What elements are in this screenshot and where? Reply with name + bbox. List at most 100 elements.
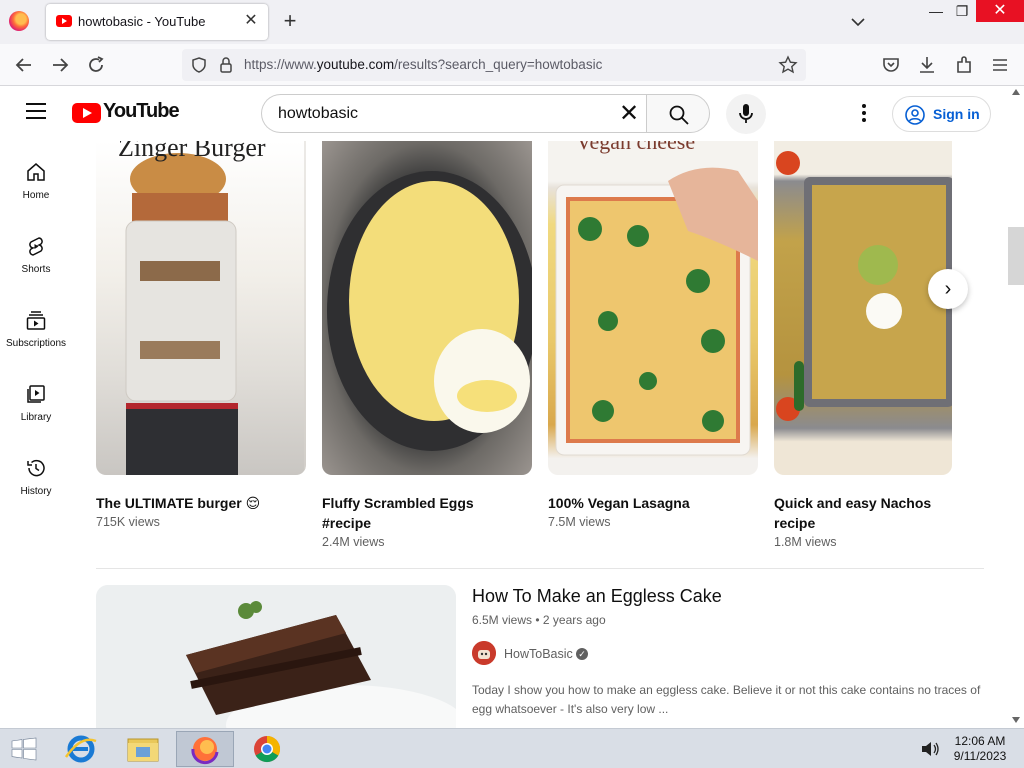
address-bar[interactable]: https://www.youtube.com/results?search_q… [182, 49, 806, 81]
youtube-masthead: YouTube howtobasic ✕ Sign in [0, 87, 1010, 141]
clock-date: 9/11/2023 [953, 749, 1007, 763]
url-text: https://www.youtube.com/results?search_q… [244, 57, 603, 72]
channel-avatar[interactable] [472, 641, 496, 665]
guide-menu-icon[interactable] [26, 103, 46, 119]
pocket-icon[interactable] [880, 54, 902, 76]
tab-close-icon[interactable]: ✕ [242, 12, 260, 30]
verified-badge-icon: ✓ [576, 648, 588, 660]
guide-item-label: History [20, 486, 52, 497]
subscriptions-icon [26, 311, 46, 330]
lock-icon[interactable] [218, 56, 234, 74]
short-title[interactable]: Quick and easy Nachos recipe [774, 493, 974, 533]
search-query-text: howtobasic [278, 105, 359, 122]
shelf-next-button[interactable]: › [928, 269, 968, 309]
internet-explorer-taskbar-icon[interactable] [52, 731, 110, 767]
guide-item-library[interactable]: Library [0, 363, 72, 433]
short-thumbnail[interactable] [774, 141, 952, 475]
youtube-page: YouTube howtobasic ✕ Sign in Home Shorts… [0, 87, 1024, 728]
close-window-button[interactable]: ✕ [976, 0, 1024, 22]
minimize-button[interactable]: — [922, 0, 950, 22]
short-title[interactable]: 100% Vegan Lasagna [548, 493, 748, 513]
windows-start-icon[interactable] [10, 737, 38, 761]
page-scrollbar[interactable] [1008, 87, 1024, 728]
browser-nav-bar: https://www.youtube.com/results?search_q… [0, 44, 1024, 86]
short-thumbnail[interactable]: Vegan cheese [548, 141, 758, 475]
chrome-taskbar-icon[interactable] [238, 731, 296, 767]
settings-more-icon[interactable] [854, 102, 874, 126]
guide-item-shorts[interactable]: Shorts [0, 215, 72, 285]
thumbnail-caption: Zinger Burger [118, 141, 266, 162]
youtube-logo-text[interactable]: YouTube [103, 100, 180, 123]
sign-in-label: Sign in [933, 106, 980, 122]
search-icon [669, 105, 689, 125]
new-tab-button[interactable]: + [279, 10, 301, 32]
short-views: 2.4M views [322, 535, 385, 549]
restore-button[interactable]: ❐ [948, 0, 976, 22]
firefox-taskbar-icon[interactable] [176, 731, 234, 767]
short-card[interactable]: Fluffy Scrambled Eggs #recipe 2.4M views [322, 141, 532, 549]
system-clock[interactable]: 12:06 AM 9/11/2023 [948, 734, 1012, 764]
guide-item-home[interactable]: Home [0, 141, 72, 211]
short-views: 7.5M views [548, 515, 611, 529]
section-divider [96, 568, 984, 569]
search-input[interactable]: howtobasic ✕ [261, 94, 647, 133]
forward-icon[interactable] [49, 54, 71, 76]
guide-item-history[interactable]: History [0, 437, 72, 507]
guide-item-label: Home [22, 190, 50, 201]
short-title[interactable]: Fluffy Scrambled Eggs #recipe [322, 493, 522, 533]
tab-title: howtobasic - YouTube [78, 14, 206, 29]
history-icon [27, 459, 45, 477]
search-button[interactable] [646, 94, 710, 133]
short-card[interactable]: Zinger Burger The ULTIMATE burger 😌 715K… [96, 141, 306, 529]
video-description: Today I show you how to make an eggless … [472, 683, 981, 716]
microphone-icon [739, 104, 753, 123]
app-menu-icon[interactable] [989, 54, 1011, 76]
guide-item-subscriptions[interactable]: Subscriptions [0, 289, 72, 359]
tracking-protection-icon[interactable] [190, 56, 208, 74]
back-icon[interactable] [13, 54, 35, 76]
guide-item-label: Subscriptions [5, 338, 67, 349]
list-all-tabs-icon[interactable] [848, 12, 868, 32]
extensions-icon[interactable] [953, 54, 975, 76]
thumbnail-caption: Vegan cheese [576, 141, 696, 154]
scroll-up-arrow-icon[interactable] [1012, 89, 1020, 95]
voice-search-button[interactable] [726, 94, 766, 134]
channel-name[interactable]: HowToBasic [504, 647, 573, 661]
short-card[interactable]: Quick and easy Nachos recipe 1.8M views [774, 141, 952, 549]
video-thumbnail[interactable] [96, 585, 456, 728]
shorts-icon [29, 237, 43, 256]
guide-item-label: Library [20, 412, 52, 423]
library-icon [27, 385, 45, 403]
windows-taskbar: 12:06 AM 9/11/2023 [0, 728, 1024, 768]
eggs-thumbnail-art [327, 171, 532, 451]
burger-thumbnail-art [125, 141, 306, 475]
firefox-icon[interactable] [9, 11, 29, 31]
guide-item-label: Shorts [21, 264, 51, 275]
sign-in-button[interactable]: Sign in [892, 96, 991, 132]
scrollbar-thumb[interactable] [1008, 227, 1024, 285]
reload-icon[interactable] [85, 54, 107, 76]
clear-search-icon[interactable]: ✕ [617, 102, 641, 126]
short-thumbnail[interactable] [322, 141, 532, 475]
youtube-logo-icon[interactable] [72, 103, 101, 123]
account-icon [905, 105, 925, 125]
browser-tab-bar: howtobasic - YouTube ✕ + — ❐ ✕ [0, 0, 1024, 44]
volume-icon[interactable] [920, 741, 940, 757]
youtube-favicon-icon [56, 15, 72, 27]
bookmark-star-icon[interactable] [778, 55, 798, 75]
browser-tab-active[interactable]: howtobasic - YouTube ✕ [46, 4, 268, 40]
short-views: 1.8M views [774, 535, 837, 549]
video-metadata: 6.5M views • 2 years ago [472, 613, 606, 627]
mini-guide: Home Shorts Subscriptions Library Histor… [0, 141, 72, 701]
short-card[interactable]: Vegan cheese 100% Vegan Lasagna 7.5M vie… [548, 141, 758, 529]
video-title[interactable]: How To Make an Eggless Cake [472, 586, 722, 607]
clock-time: 12:06 AM [954, 734, 1006, 748]
downloads-icon[interactable] [916, 54, 938, 76]
short-title[interactable]: The ULTIMATE burger 😌 [96, 493, 296, 513]
cake-thumbnail-art [96, 585, 456, 728]
scroll-down-arrow-icon[interactable] [1012, 717, 1020, 723]
short-thumbnail[interactable]: Zinger Burger [96, 141, 306, 475]
short-views: 715K views [96, 515, 160, 529]
lasagna-thumbnail-art [555, 167, 758, 456]
file-explorer-taskbar-icon[interactable] [114, 731, 172, 767]
